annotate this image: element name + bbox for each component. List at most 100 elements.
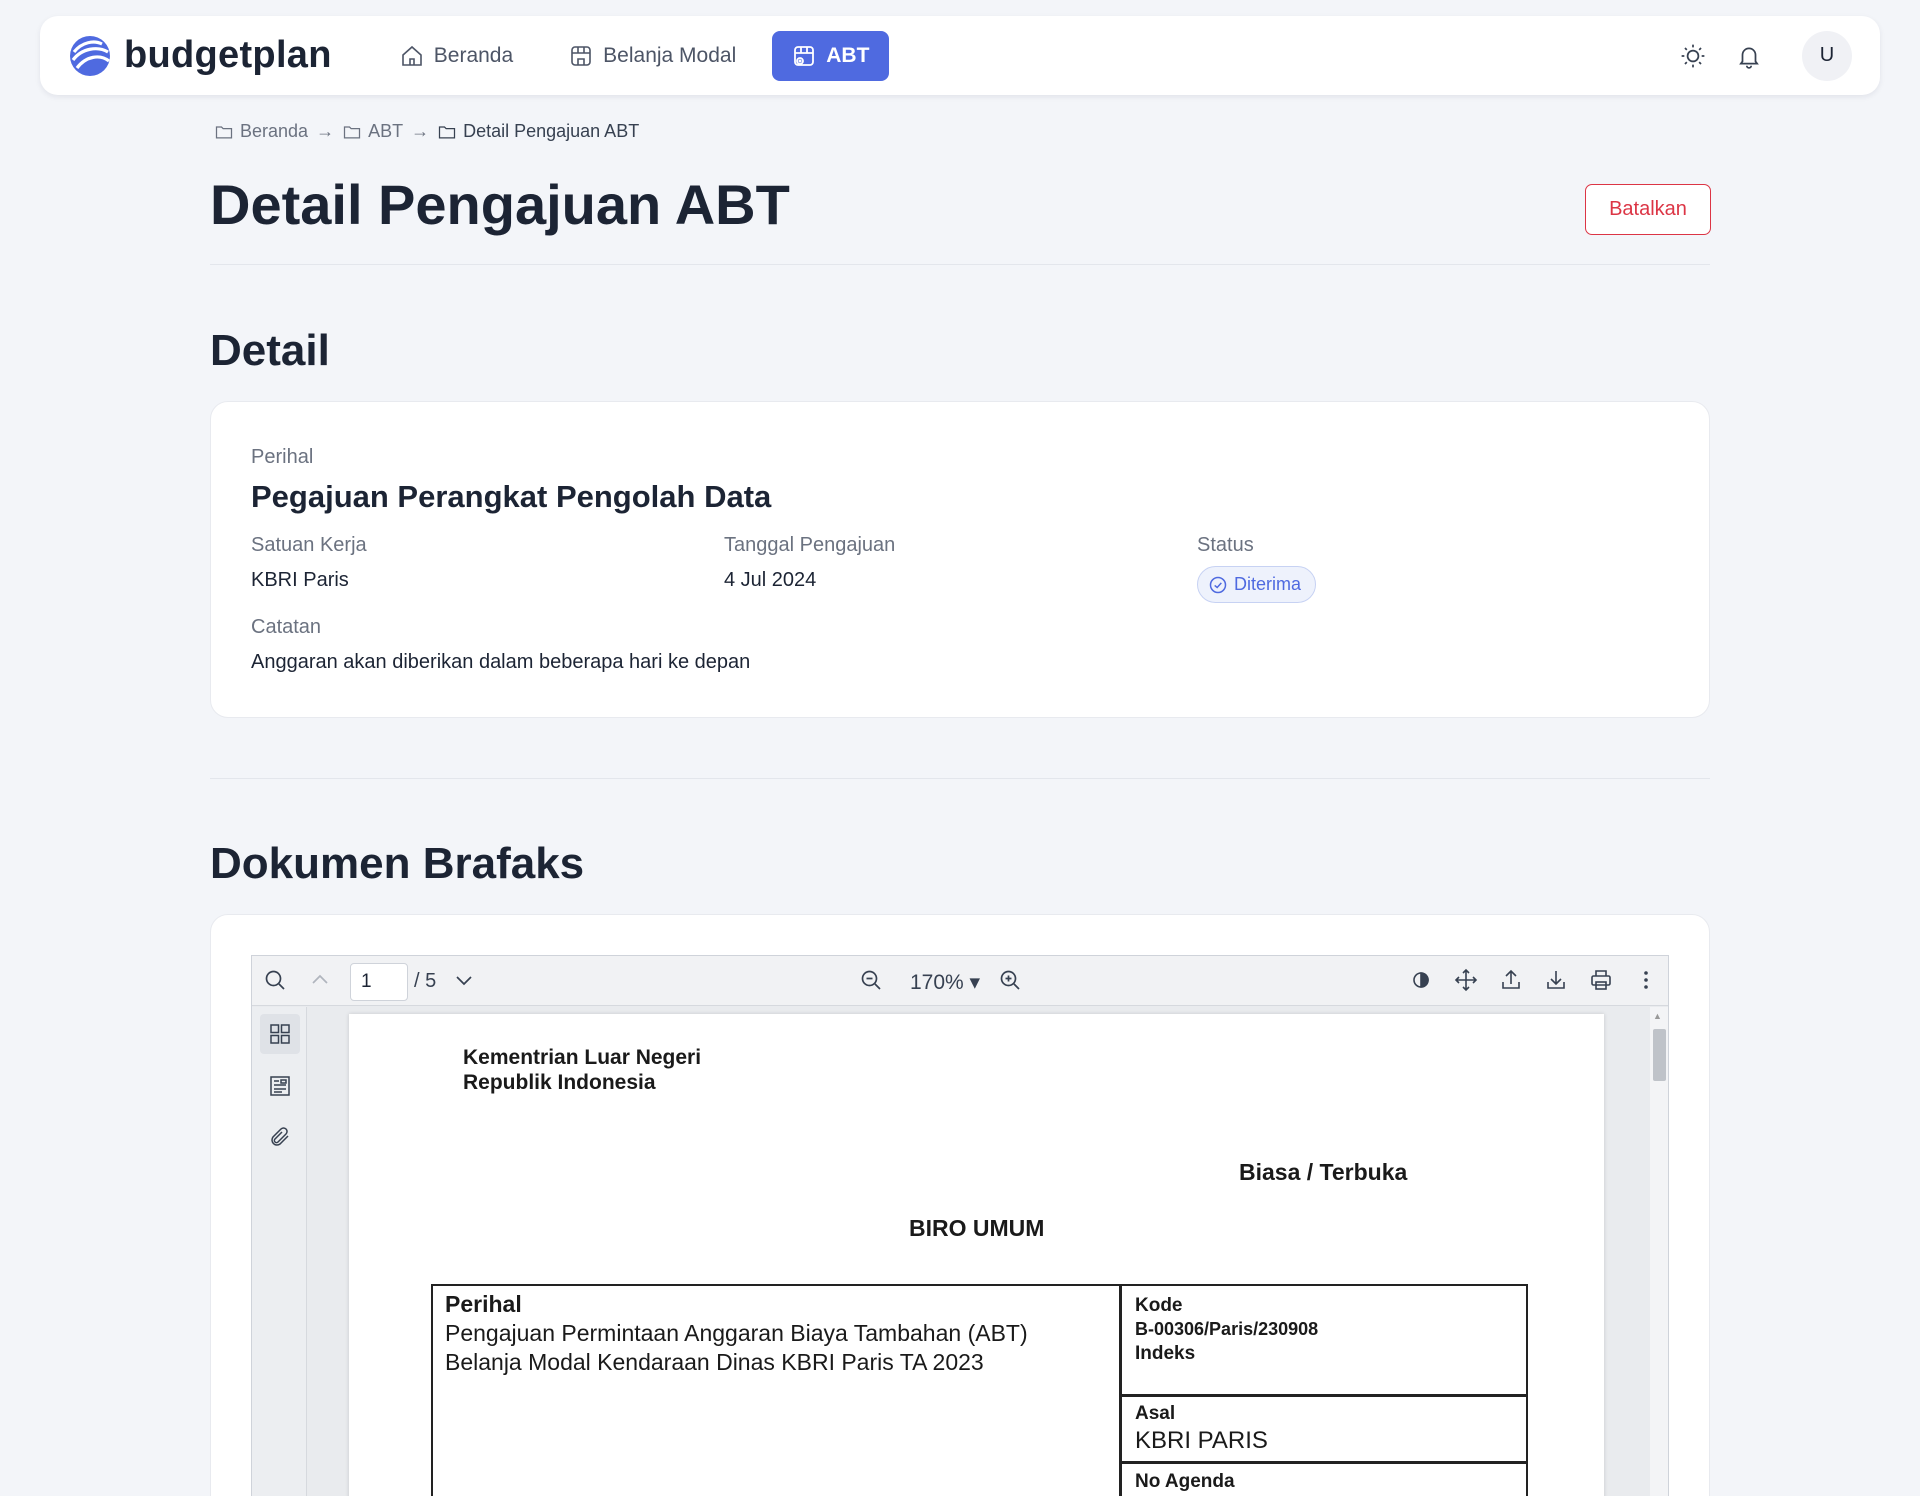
user-avatar[interactable]: U <box>1802 30 1852 81</box>
pdf-zoom-select[interactable]: 170% ▾ <box>910 970 980 995</box>
document-outline-icon <box>270 1076 290 1096</box>
doc-table-row-line <box>1119 1461 1528 1464</box>
doc-info-table <box>431 1284 1528 1496</box>
satuan-kerja-label: Satuan Kerja <box>251 534 367 556</box>
perihal-value: Pegajuan Perangkat Pengolah Data <box>251 479 772 514</box>
doc-kode-value: B-00306/Paris/230908 <box>1135 1319 1319 1339</box>
pdf-page-total: / 5 <box>414 970 437 992</box>
pdf-outline-button[interactable] <box>260 1066 300 1106</box>
upload-icon <box>1502 969 1520 989</box>
pdf-print-button[interactable] <box>1588 967 1614 993</box>
doc-asal-value: KBRI PARIS <box>1135 1427 1268 1454</box>
dokumen-card: / 5 170% ▾ <box>210 914 1710 1496</box>
storefront-icon <box>571 45 591 66</box>
nav-abt[interactable]: ABT <box>772 30 890 81</box>
pdf-zoom-in-button[interactable] <box>997 967 1023 993</box>
perihal-label: Perihal <box>251 446 314 468</box>
status-label: Status <box>1197 534 1254 556</box>
theme-icon <box>1413 972 1429 988</box>
arrow-right-icon: → <box>316 121 335 141</box>
pdf-more-button[interactable] <box>1633 967 1659 993</box>
top-navbar: budgetplan Beranda Belanja Modal ABT U <box>40 16 1880 95</box>
catatan-label: Catatan <box>251 616 322 638</box>
pdf-theme-button[interactable] <box>1408 967 1434 993</box>
brand[interactable]: budgetplan <box>68 34 332 78</box>
breadcrumb: Beranda → ABT → Detail Pengajuan ABT <box>214 121 639 142</box>
folder-icon <box>438 125 456 138</box>
notifications-button[interactable] <box>1732 39 1766 73</box>
pdf-sidebar <box>252 1007 307 1496</box>
bell-icon <box>1739 47 1759 69</box>
scrollbar-thumb[interactable] <box>1653 1029 1666 1081</box>
breadcrumb-detail: Detail Pengajuan ABT <box>437 121 639 142</box>
pdf-upload-button[interactable] <box>1498 967 1524 993</box>
doc-perihal-line2: Belanja Modal Kendaraan Dinas KBRI Paris… <box>445 1349 984 1375</box>
nav-beranda-label: Beranda <box>433 43 514 67</box>
move-icon <box>1454 968 1478 992</box>
scroll-up-icon[interactable]: ▲ <box>1653 1011 1662 1021</box>
theme-toggle-button[interactable] <box>1676 39 1710 73</box>
pdf-thumbnails-button[interactable] <box>260 1014 300 1054</box>
doc-department: BIRO UMUM <box>909 1215 1045 1241</box>
satuan-kerja-value: KBRI Paris <box>251 569 349 591</box>
arrow-right-icon: → <box>411 121 430 141</box>
folder-icon <box>215 125 233 138</box>
download-icon <box>1547 971 1565 989</box>
home-icon <box>401 45 422 66</box>
nav-abt-label: ABT <box>826 43 870 67</box>
doc-table-row-line <box>1119 1394 1528 1397</box>
breadcrumb-abt-label: ABT <box>368 121 404 141</box>
pdf-prev-page-button[interactable] <box>307 967 333 993</box>
doc-asal-heading: Asal <box>1135 1403 1176 1424</box>
doc-perihal-heading: Perihal <box>445 1291 522 1317</box>
dokumen-section-title: Dokumen Brafaks <box>210 839 585 888</box>
pdf-zoom-out-button[interactable] <box>858 967 884 993</box>
grid-icon <box>270 1024 290 1044</box>
doc-org-line2: Republik Indonesia <box>463 1071 656 1094</box>
tanggal-pengajuan-value: 4 Jul 2024 <box>724 569 817 591</box>
doc-classification: Biasa / Terbuka <box>1239 1159 1408 1185</box>
cancel-button[interactable]: Batalkan <box>1585 184 1711 235</box>
zoom-in-icon <box>1000 970 1020 990</box>
doc-perihal-line1: Pengajuan Permintaan Anggaran Biaya Tamb… <box>445 1320 1028 1346</box>
section-divider <box>210 778 1710 779</box>
pdf-pan-button[interactable] <box>1453 967 1479 993</box>
catatan-value: Anggaran akan diberikan dalam beberapa h… <box>251 651 751 673</box>
chevron-up-icon <box>312 974 328 984</box>
doc-indeks-heading: Indeks <box>1135 1343 1196 1364</box>
doc-kode-heading: Kode <box>1135 1295 1183 1316</box>
breadcrumb-beranda[interactable]: Beranda <box>214 121 308 142</box>
sun-icon <box>1681 44 1705 67</box>
nav-beranda[interactable]: Beranda <box>380 31 533 81</box>
breadcrumb-abt[interactable]: ABT <box>342 121 403 142</box>
breadcrumb-detail-label: Detail Pengajuan ABT <box>463 121 640 141</box>
doc-no-agenda-heading: No Agenda <box>1135 1471 1235 1492</box>
header-actions: U <box>1676 30 1852 81</box>
doc-org-line1: Kementrian Luar Negeri <box>463 1046 702 1069</box>
breadcrumb-beranda-label: Beranda <box>240 121 309 141</box>
header-divider <box>210 264 1710 265</box>
detail-card: Perihal Pegajuan Perangkat Pengolah Data… <box>210 401 1710 718</box>
nav-belanja-modal[interactable]: Belanja Modal <box>549 31 756 81</box>
paperclip-icon <box>271 1127 289 1146</box>
pdf-next-page-button[interactable] <box>451 967 477 993</box>
page-title: Detail Pengajuan ABT <box>210 173 790 236</box>
status-value: Diterima <box>1234 574 1302 594</box>
pdf-scrollbar[interactable]: ▲ <box>1650 1007 1668 1496</box>
pdf-attachments-button[interactable] <box>260 1117 300 1157</box>
pdf-page-input[interactable] <box>350 963 408 1001</box>
pdf-search-button[interactable] <box>262 967 288 993</box>
main-nav: Beranda Belanja Modal ABT <box>380 30 890 81</box>
doc-table-divider <box>1119 1284 1122 1496</box>
brand-logo-icon <box>70 35 110 76</box>
detail-section-title: Detail <box>210 326 330 375</box>
check-circle-icon <box>1209 576 1227 593</box>
pdf-download-button[interactable] <box>1543 967 1569 993</box>
tanggal-pengajuan-label: Tanggal Pengajuan <box>724 534 896 556</box>
pdf-viewer: / 5 170% ▾ <box>251 955 1669 1496</box>
print-icon <box>1591 970 1611 990</box>
folder-icon <box>343 125 361 138</box>
pdf-toolbar: / 5 170% ▾ <box>252 956 1668 1006</box>
zoom-out-icon <box>861 970 881 990</box>
status-badge: Diterima <box>1197 566 1317 603</box>
